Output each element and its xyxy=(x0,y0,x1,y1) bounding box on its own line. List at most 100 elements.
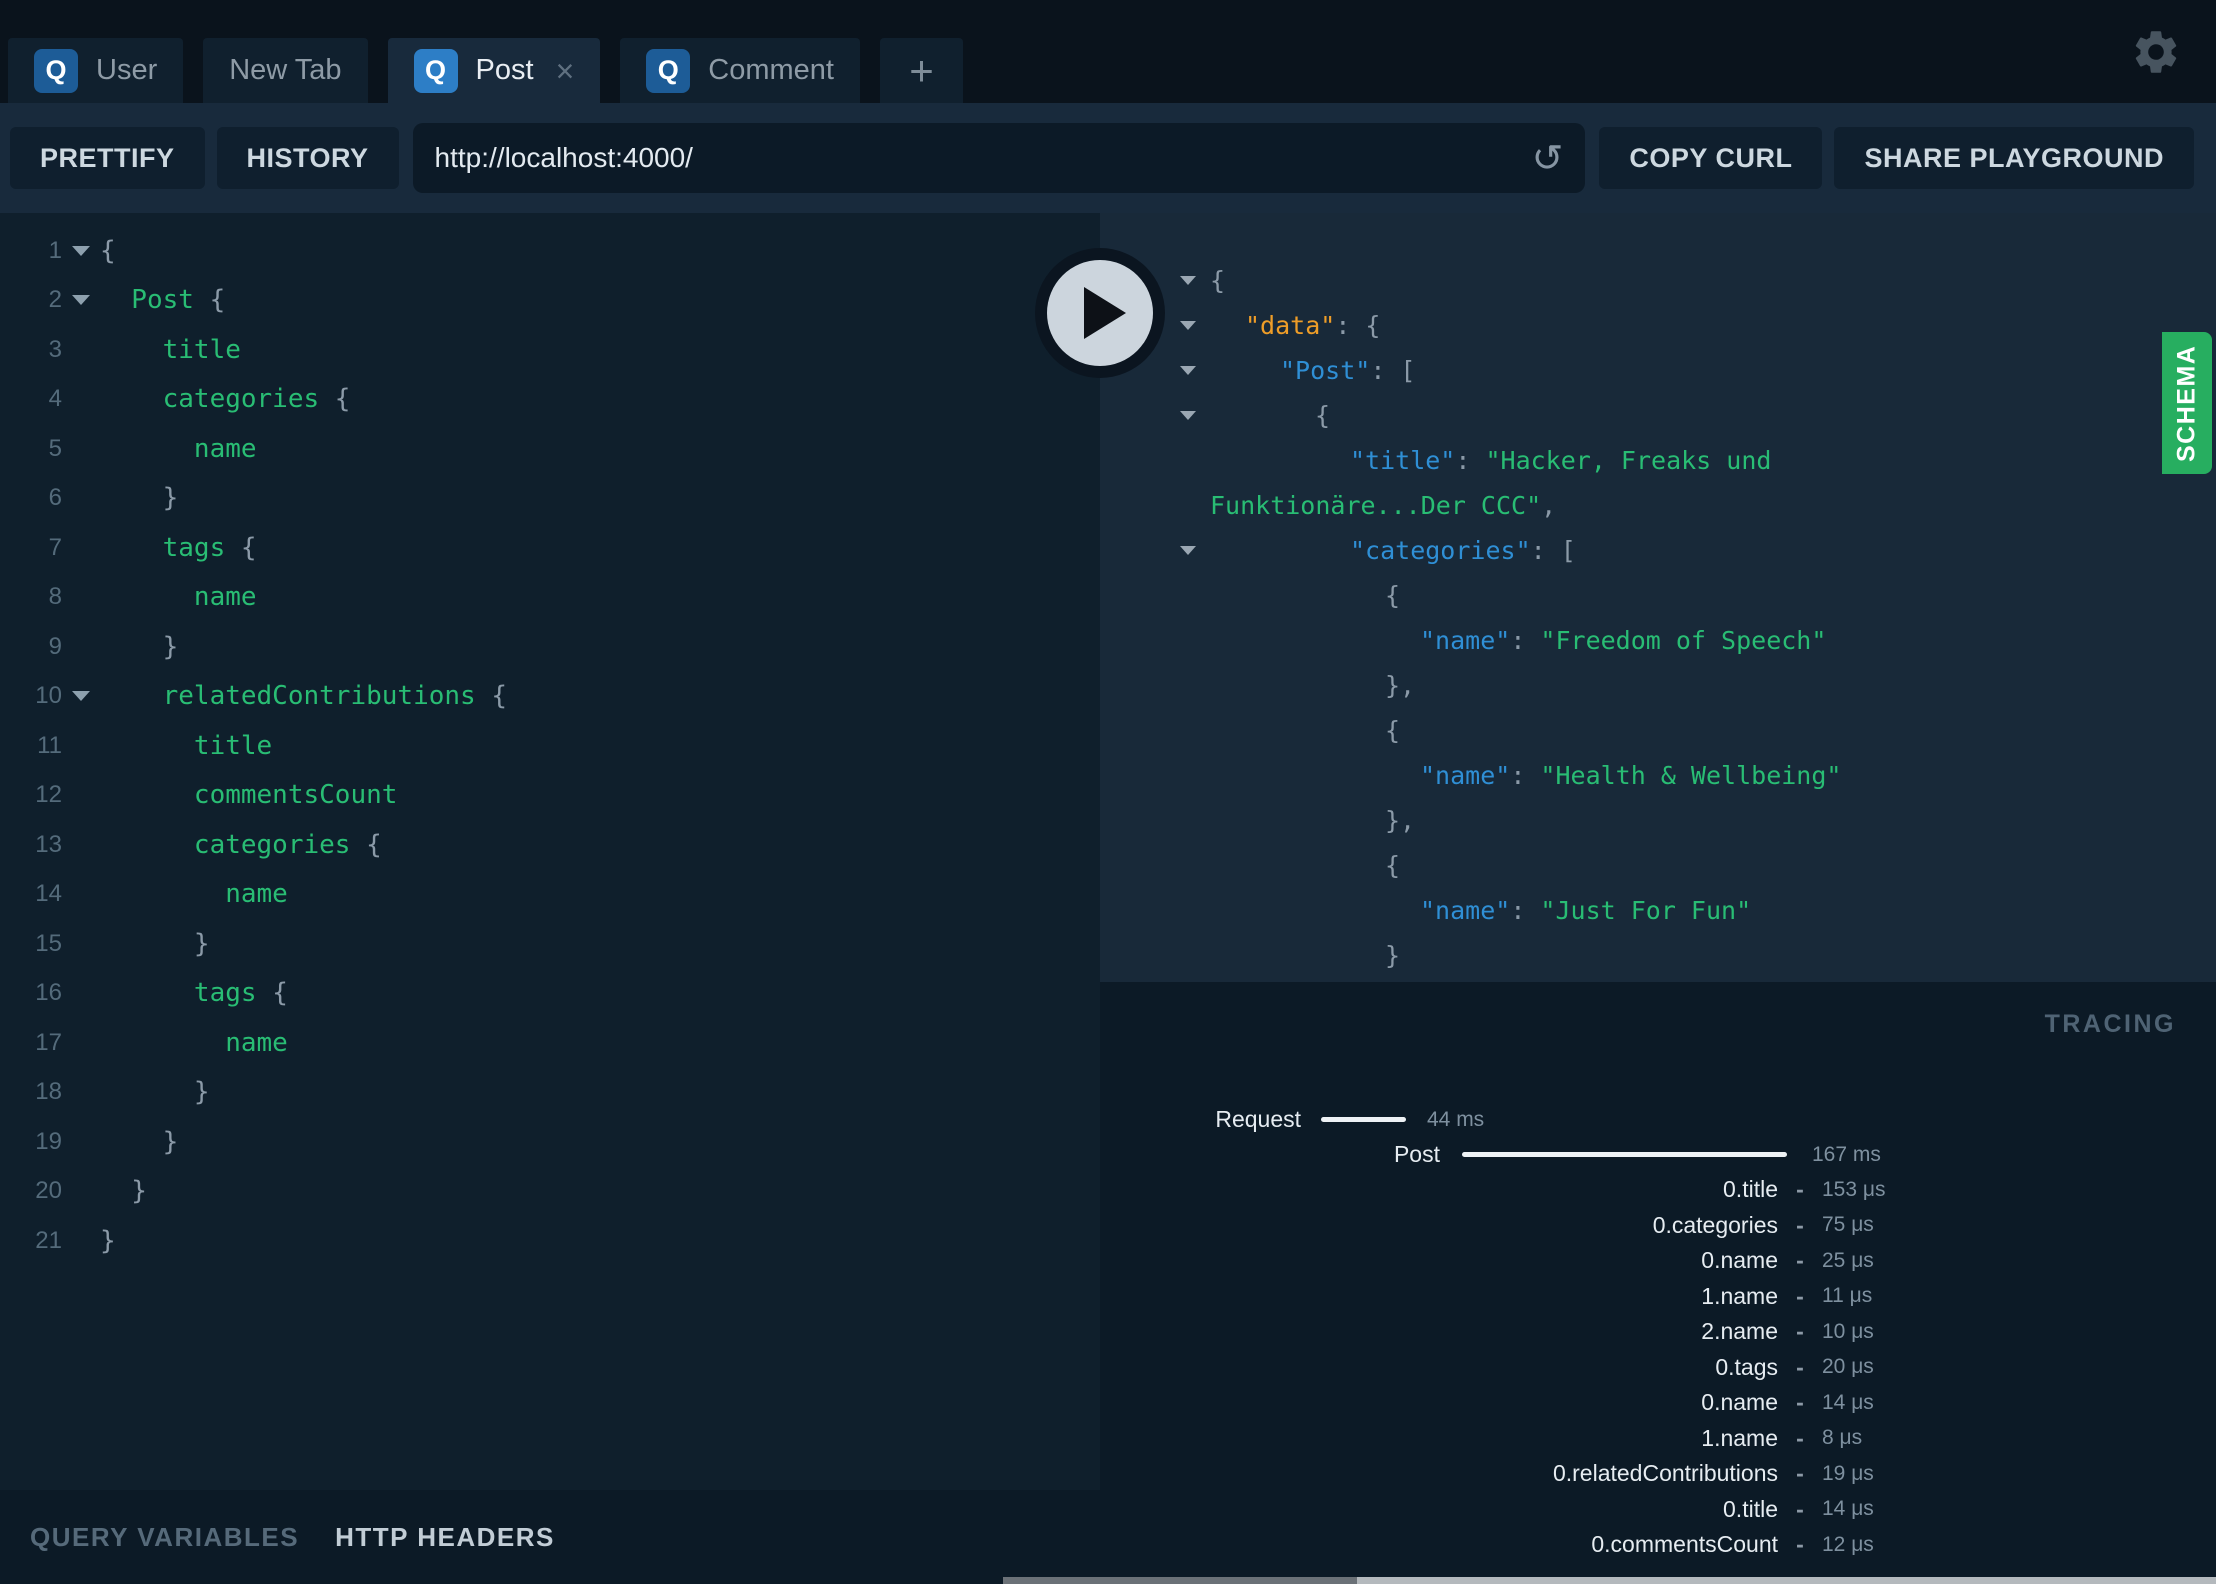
editor-line[interactable]: 12 commentsCount xyxy=(0,771,1100,821)
play-button-circle xyxy=(1047,260,1153,366)
editor-line[interactable]: 7 tags { xyxy=(0,523,1100,573)
editor-line[interactable]: 11 title xyxy=(0,721,1100,771)
endpoint-url-input[interactable] xyxy=(434,142,1520,174)
editor-code: name xyxy=(100,582,257,613)
editor-line[interactable]: 8 name xyxy=(0,573,1100,623)
settings-gear-icon[interactable] xyxy=(2130,26,2182,78)
chevron-down-icon xyxy=(72,245,90,256)
editor-line[interactable]: 20 } xyxy=(0,1167,1100,1217)
prettify-button[interactable]: PRETTIFY xyxy=(10,127,205,189)
response-code: "name": "Just For Fun" xyxy=(1420,896,1752,925)
trace-dash: - xyxy=(1796,1353,1804,1380)
trace-dash: - xyxy=(1796,1211,1804,1238)
line-number: 6 xyxy=(48,484,62,512)
trace-resolver-row: 0.name -14 μs xyxy=(1100,1385,2216,1421)
fold-arrow-cell[interactable] xyxy=(62,245,100,256)
editor-line[interactable]: 16 tags { xyxy=(0,969,1100,1019)
response-line: { xyxy=(1100,393,2216,438)
editor-code: } xyxy=(100,1225,116,1256)
response-code: "title": "Hacker, Freaks und xyxy=(1350,446,1772,475)
horizontal-scrollbar[interactable] xyxy=(1003,1577,2216,1584)
query-editor[interactable]: 1{2 Post {3 title 4 categories {5 name 6 }… xyxy=(0,213,1100,1490)
editor-code: } xyxy=(100,631,179,662)
tab-label: New Tab xyxy=(229,54,342,86)
fold-arrow-cell[interactable] xyxy=(1100,411,1210,420)
tab-new-tab[interactable]: New Tab xyxy=(203,38,368,103)
tab-label: User xyxy=(96,54,158,86)
fold-arrow-cell[interactable] xyxy=(62,691,100,702)
share-playground-button[interactable]: SHARE PLAYGROUND xyxy=(1834,127,2194,189)
editor-line[interactable]: 21} xyxy=(0,1216,1100,1266)
editor-line[interactable]: 4 categories { xyxy=(0,375,1100,425)
trace-field-label: 0.categories xyxy=(1652,1211,1778,1238)
editor-code: name xyxy=(100,879,288,910)
new-tab-button[interactable]: + xyxy=(879,38,963,103)
editor-line[interactable]: 14 name xyxy=(0,870,1100,920)
response-line: { xyxy=(1100,258,2216,303)
response-line: "Post": [ xyxy=(1100,348,2216,393)
response-code: { xyxy=(1210,266,1226,295)
editor-line[interactable]: 6 } xyxy=(0,474,1100,524)
tab-post[interactable]: Q Post × xyxy=(387,38,601,103)
chevron-down-icon xyxy=(1180,411,1196,420)
response-code: { xyxy=(1315,401,1331,430)
trace-field-label: 1.name xyxy=(1701,1282,1778,1309)
trace-resolver-row: 0.relatedContributions -19 μs xyxy=(1100,1456,2216,1492)
chevron-down-icon xyxy=(1180,546,1196,555)
trace-resolver-row: 1.name -8 μs xyxy=(1100,1421,2216,1457)
response-code: }, xyxy=(1385,671,1416,700)
editor-code: title xyxy=(100,730,273,761)
editor-line[interactable]: 19 } xyxy=(0,1117,1100,1167)
trace-dash: - xyxy=(1796,1389,1804,1416)
line-number: 19 xyxy=(35,1127,62,1155)
editor-code: name xyxy=(100,433,257,464)
history-button[interactable]: HISTORY xyxy=(216,127,399,189)
line-number: 7 xyxy=(48,533,62,561)
tab-comment[interactable]: Q Comment xyxy=(620,38,860,103)
editor-code: } xyxy=(100,1077,210,1108)
editor-line[interactable]: 1{ xyxy=(0,226,1100,276)
editor-line[interactable]: 15 } xyxy=(0,919,1100,969)
response-line: }, xyxy=(1100,798,2216,843)
tab-label: Comment xyxy=(708,54,834,86)
response-code: "name": "Freedom of Speech" xyxy=(1420,626,1827,655)
trace-leaf-rows: 0.title -153 μs 0.categories -75 μs 0.name -2… xyxy=(1100,1172,2216,1563)
chevron-down-icon xyxy=(72,295,90,306)
http-headers-tab[interactable]: HTTP HEADERS xyxy=(335,1522,555,1553)
editor-code: } xyxy=(100,1126,179,1157)
editor-code: tags { xyxy=(100,532,257,563)
line-number: 20 xyxy=(35,1177,62,1205)
line-number: 9 xyxy=(48,632,62,660)
execute-query-button[interactable] xyxy=(1035,248,1165,378)
editor-line[interactable]: 5 name xyxy=(0,424,1100,474)
response-code: "Post": [ xyxy=(1280,356,1416,385)
editor-line[interactable]: 17 name xyxy=(0,1018,1100,1068)
query-variables-tab[interactable]: QUERY VARIABLES xyxy=(30,1522,299,1553)
tab-user[interactable]: Q User xyxy=(8,38,184,103)
fold-arrow-cell[interactable] xyxy=(62,295,100,306)
response-line: "name": "Health & Wellbeing" xyxy=(1100,753,2216,798)
copy-curl-button[interactable]: COPY CURL xyxy=(1599,127,1823,189)
trace-resolver-row: 0.tags -20 μs xyxy=(1100,1350,2216,1386)
response-code: } xyxy=(1385,941,1401,970)
response-code: { xyxy=(1385,581,1401,610)
editor-code: name xyxy=(100,1027,288,1058)
line-number: 21 xyxy=(35,1226,62,1254)
editor-line[interactable]: 18 } xyxy=(0,1068,1100,1118)
tracing-title: TRACING xyxy=(2044,1010,2176,1038)
editor-line[interactable]: 10 relatedContributions { xyxy=(0,672,1100,722)
editor-line[interactable]: 13 categories { xyxy=(0,820,1100,870)
trace-dash: - xyxy=(1796,1247,1804,1274)
trace-field-label: 0.tags xyxy=(1715,1353,1778,1380)
close-tab-icon[interactable]: × xyxy=(556,55,575,87)
reload-icon[interactable]: ↺ xyxy=(1532,136,1564,180)
editor-line[interactable]: 3 title xyxy=(0,325,1100,375)
schema-tab[interactable]: SCHEMA xyxy=(2162,332,2212,474)
editor-line[interactable]: 2 Post { xyxy=(0,276,1100,326)
trace-resolver-row: 0.categories -75 μs xyxy=(1100,1208,2216,1244)
editor-line[interactable]: 9 } xyxy=(0,622,1100,672)
editor-code: Post { xyxy=(100,285,226,316)
fold-arrow-cell[interactable] xyxy=(1100,546,1210,555)
trace-field-label: 0.name xyxy=(1701,1247,1778,1274)
trace-field-label: 0.title xyxy=(1723,1495,1778,1522)
